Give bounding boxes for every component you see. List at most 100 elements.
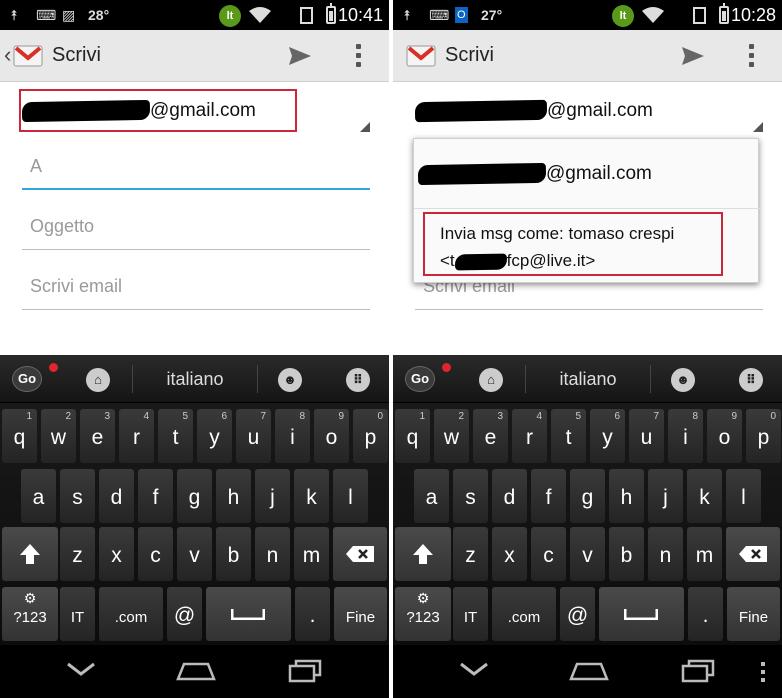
keyboard-home-icon[interactable]: ⌂: [479, 368, 503, 392]
key-o[interactable]: o9: [314, 409, 349, 463]
key-l[interactable]: l: [726, 469, 761, 523]
key-h[interactable]: h: [216, 469, 251, 523]
key-q[interactable]: q1: [2, 409, 37, 463]
key-t[interactable]: t5: [551, 409, 586, 463]
language-key[interactable]: IT: [60, 587, 95, 641]
key-s[interactable]: s: [453, 469, 488, 523]
key-e[interactable]: e3: [80, 409, 115, 463]
key-b[interactable]: b: [216, 527, 251, 581]
overflow-icon[interactable]: [356, 44, 362, 70]
gmail-logo-icon[interactable]: [12, 42, 44, 68]
go-keyboard-icon[interactable]: Go: [12, 366, 42, 392]
key-a[interactable]: a: [21, 469, 56, 523]
shift-key[interactable]: [395, 527, 451, 581]
key-s[interactable]: s: [60, 469, 95, 523]
key-u[interactable]: u7: [236, 409, 271, 463]
key-l[interactable]: l: [333, 469, 368, 523]
language-label[interactable]: italiano: [132, 365, 258, 393]
key-v[interactable]: v: [177, 527, 212, 581]
key-p[interactable]: p0: [353, 409, 388, 463]
dotcom-key[interactable]: .com: [492, 587, 556, 641]
keyboard-grid-icon[interactable]: ⠿: [739, 368, 763, 392]
at-key[interactable]: @: [167, 587, 202, 641]
key-z[interactable]: z: [60, 527, 95, 581]
backspace-key[interactable]: [726, 527, 780, 581]
key-c[interactable]: c: [531, 527, 566, 581]
key-i[interactable]: i8: [668, 409, 703, 463]
key-w[interactable]: w2: [434, 409, 469, 463]
key-n[interactable]: n: [255, 527, 290, 581]
overflow-icon[interactable]: [749, 44, 755, 70]
key-b[interactable]: b: [609, 527, 644, 581]
from-selector[interactable]: @gmail.com: [414, 90, 765, 136]
symbols-key[interactable]: ?123 ⚙: [395, 587, 451, 641]
dotcom-key[interactable]: .com: [99, 587, 163, 641]
nav-back-icon[interactable]: [66, 660, 96, 680]
key-e[interactable]: e3: [473, 409, 508, 463]
symbols-key[interactable]: ?123 ⚙: [2, 587, 58, 641]
key-x[interactable]: x: [99, 527, 134, 581]
key-a[interactable]: a: [414, 469, 449, 523]
key-u[interactable]: u7: [629, 409, 664, 463]
key-t[interactable]: t5: [158, 409, 193, 463]
key-d[interactable]: d: [492, 469, 527, 523]
key-j[interactable]: j: [255, 469, 290, 523]
gmail-logo-icon[interactable]: [405, 42, 437, 68]
keyboard-grid-icon[interactable]: ⠿: [346, 368, 370, 392]
key-g[interactable]: g: [570, 469, 605, 523]
emoji-icon[interactable]: ☻: [671, 368, 695, 392]
nav-recent-icon[interactable]: [681, 659, 715, 683]
period-key[interactable]: .: [295, 587, 330, 641]
key-m[interactable]: m: [294, 527, 329, 581]
key-v[interactable]: v: [570, 527, 605, 581]
up-caret-icon[interactable]: ‹: [4, 42, 11, 68]
key-d[interactable]: d: [99, 469, 134, 523]
notification-icon: ⯭: [403, 7, 412, 23]
key-w[interactable]: w2: [41, 409, 76, 463]
subject-field[interactable]: Oggetto: [22, 210, 370, 250]
key-z[interactable]: z: [453, 527, 488, 581]
to-field[interactable]: A: [22, 150, 370, 190]
shift-key[interactable]: [2, 527, 58, 581]
language-key[interactable]: IT: [453, 587, 488, 641]
key-f[interactable]: f: [531, 469, 566, 523]
key-j[interactable]: j: [648, 469, 683, 523]
key-o[interactable]: o9: [707, 409, 742, 463]
key-k[interactable]: k: [687, 469, 722, 523]
key-c[interactable]: c: [138, 527, 173, 581]
space-key[interactable]: [206, 587, 291, 641]
nav-recent-icon[interactable]: [288, 659, 322, 683]
nav-menu-icon[interactable]: [761, 662, 765, 684]
backspace-key[interactable]: [333, 527, 387, 581]
send-icon[interactable]: [681, 46, 705, 66]
key-g[interactable]: g: [177, 469, 212, 523]
key-h[interactable]: h: [609, 469, 644, 523]
send-icon[interactable]: [288, 46, 312, 66]
key-n[interactable]: n: [648, 527, 683, 581]
key-y[interactable]: y6: [590, 409, 625, 463]
done-key[interactable]: Fine: [334, 587, 387, 641]
keyboard-home-icon[interactable]: ⌂: [86, 368, 110, 392]
space-key[interactable]: [599, 587, 684, 641]
key-f[interactable]: f: [138, 469, 173, 523]
key-m[interactable]: m: [687, 527, 722, 581]
key-q[interactable]: q1: [395, 409, 430, 463]
key-r[interactable]: r4: [119, 409, 154, 463]
key-p[interactable]: p0: [746, 409, 781, 463]
account-option-gmail[interactable]: @gmail.com: [414, 139, 760, 209]
done-key[interactable]: Fine: [727, 587, 780, 641]
nav-back-icon[interactable]: [459, 660, 489, 680]
key-r[interactable]: r4: [512, 409, 547, 463]
emoji-icon[interactable]: ☻: [278, 368, 302, 392]
language-label[interactable]: italiano: [525, 365, 651, 393]
body-field[interactable]: Scrivi email: [22, 270, 370, 310]
nav-home-icon[interactable]: [176, 661, 216, 681]
key-k[interactable]: k: [294, 469, 329, 523]
period-key[interactable]: .: [688, 587, 723, 641]
at-key[interactable]: @: [560, 587, 595, 641]
go-keyboard-icon[interactable]: Go: [405, 366, 435, 392]
nav-home-icon[interactable]: [569, 661, 609, 681]
key-i[interactable]: i8: [275, 409, 310, 463]
key-y[interactable]: y6: [197, 409, 232, 463]
key-x[interactable]: x: [492, 527, 527, 581]
